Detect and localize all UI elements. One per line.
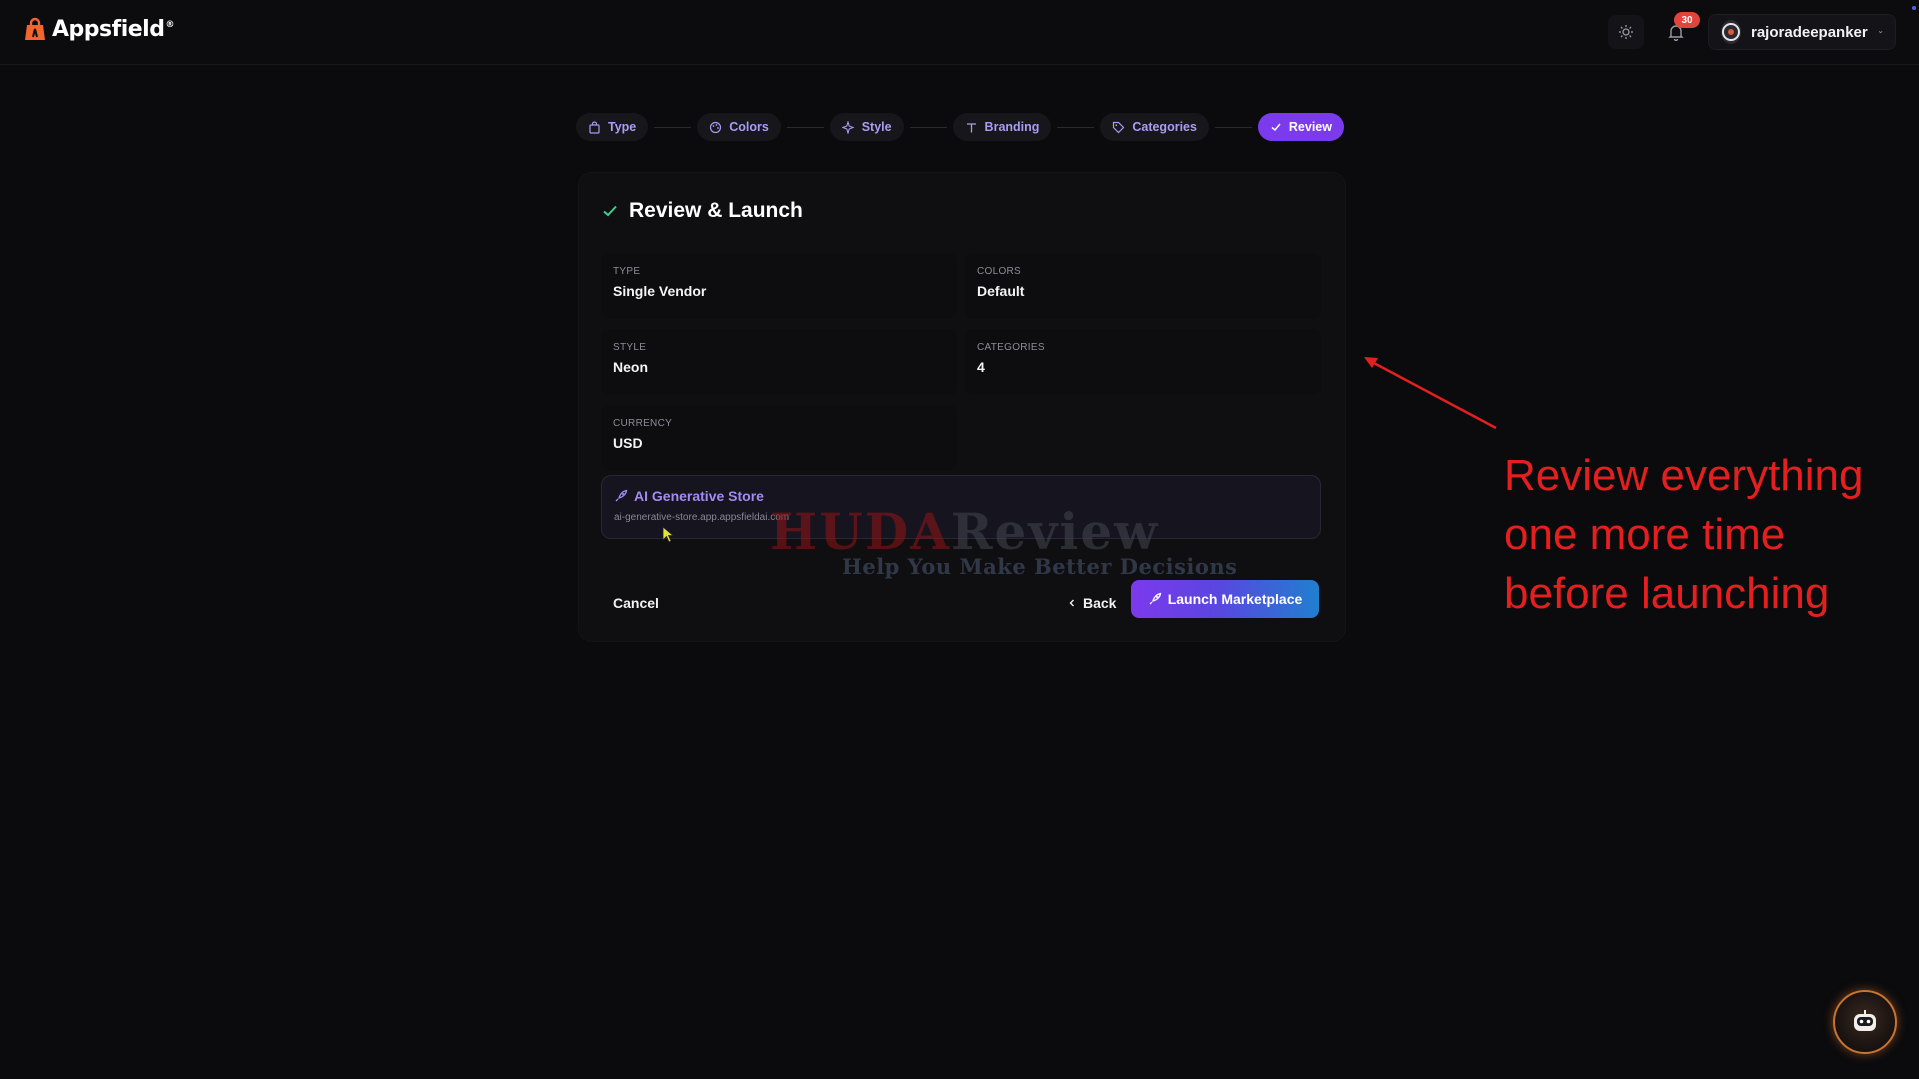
step-colors[interactable]: Colors xyxy=(697,113,781,141)
step-label: Type xyxy=(608,120,637,134)
step-label: Style xyxy=(861,120,892,134)
check-icon xyxy=(603,205,617,217)
rocket-icon xyxy=(615,489,628,502)
field-value: Default xyxy=(977,283,1025,299)
shopping-bag-logo-icon xyxy=(25,17,45,40)
field-label: COLORS xyxy=(977,266,1022,277)
card-title: Review & Launch xyxy=(601,199,803,223)
chevron-down-icon xyxy=(1878,30,1883,34)
step-label: Review xyxy=(1288,120,1332,134)
sun-icon xyxy=(1619,25,1633,39)
field-colors: COLORS Default xyxy=(965,253,1321,319)
watermark-title: HUDAReview xyxy=(770,502,1160,561)
app-logo[interactable]: Appsfield® xyxy=(22,16,174,42)
check-icon xyxy=(1271,123,1281,132)
chatbot-launcher-button[interactable] xyxy=(1833,990,1897,1054)
step-categories[interactable]: Categories xyxy=(1100,113,1209,141)
tag-icon xyxy=(1113,121,1125,133)
launch-marketplace-button[interactable]: Launch Marketplace xyxy=(1131,580,1319,618)
cancel-button[interactable]: Cancel xyxy=(601,585,671,621)
field-value: USD xyxy=(613,435,643,451)
step-connector xyxy=(1057,126,1095,128)
rocket-icon xyxy=(1149,592,1161,605)
mouse-cursor-icon xyxy=(662,526,675,543)
field-currency: CURRENCY USD xyxy=(601,405,957,471)
status-dot xyxy=(1912,6,1916,10)
type-icon xyxy=(966,122,976,132)
logo-text: Appsfield® xyxy=(52,16,174,42)
page-title: Review & Launch xyxy=(629,199,803,222)
avatar xyxy=(1721,20,1741,44)
step-style[interactable]: Style xyxy=(829,113,904,141)
field-style: STYLE Neon xyxy=(601,329,957,395)
watermark-subtitle: Help You Make Better Decisions xyxy=(842,554,1238,579)
annotation-text: Review everything one more time before l… xyxy=(1504,446,1914,623)
user-menu-button[interactable]: rajoradeepanker xyxy=(1708,14,1896,50)
step-connector xyxy=(909,126,947,128)
annotation-arrow xyxy=(1364,357,1497,430)
palette-icon xyxy=(710,121,722,133)
field-categories: CATEGORIES 4 xyxy=(965,329,1321,395)
annotation-line: before launching xyxy=(1504,569,1830,618)
field-label: CURRENCY xyxy=(613,418,673,429)
back-button[interactable]: Back xyxy=(1055,585,1128,621)
annotation-line: one more time xyxy=(1504,510,1786,559)
field-label: STYLE xyxy=(613,342,647,353)
field-value: Single Vendor xyxy=(613,283,707,299)
annotation-line: Review everything xyxy=(1504,451,1864,500)
step-branding[interactable]: Branding xyxy=(952,113,1052,141)
step-connector xyxy=(786,126,824,128)
step-type[interactable]: Type xyxy=(576,113,649,141)
bag-icon xyxy=(589,120,600,134)
step-connector xyxy=(1214,126,1252,128)
field-label: CATEGORIES xyxy=(977,342,1045,353)
robot-icon xyxy=(1854,1010,1876,1031)
theme-toggle-button[interactable] xyxy=(1608,15,1644,49)
avatar-ring-icon xyxy=(1722,23,1740,41)
top-bar: Appsfield® 30 rajoradeepanker xyxy=(0,0,1919,65)
chevron-left-icon xyxy=(1069,599,1074,607)
step-label: Categories xyxy=(1132,120,1197,134)
field-type: TYPE Single Vendor xyxy=(601,253,957,319)
field-label: TYPE xyxy=(613,266,641,277)
store-name: AI Generative Store xyxy=(614,488,764,504)
username: rajoradeepanker xyxy=(1751,23,1868,41)
field-value: 4 xyxy=(977,359,985,375)
sparkles-icon xyxy=(841,120,855,134)
notification-count-badge: 30 xyxy=(1674,12,1700,28)
store-url: ai-generative-store.app.appsfieldai.com xyxy=(614,512,790,523)
step-review[interactable]: Review xyxy=(1257,113,1344,141)
setup-stepper: Type Colors Style Branding Categories Re… xyxy=(576,112,1344,142)
step-label: Colors xyxy=(729,120,769,134)
field-value: Neon xyxy=(613,359,648,375)
step-label: Branding xyxy=(984,120,1040,134)
step-connector xyxy=(654,126,692,128)
